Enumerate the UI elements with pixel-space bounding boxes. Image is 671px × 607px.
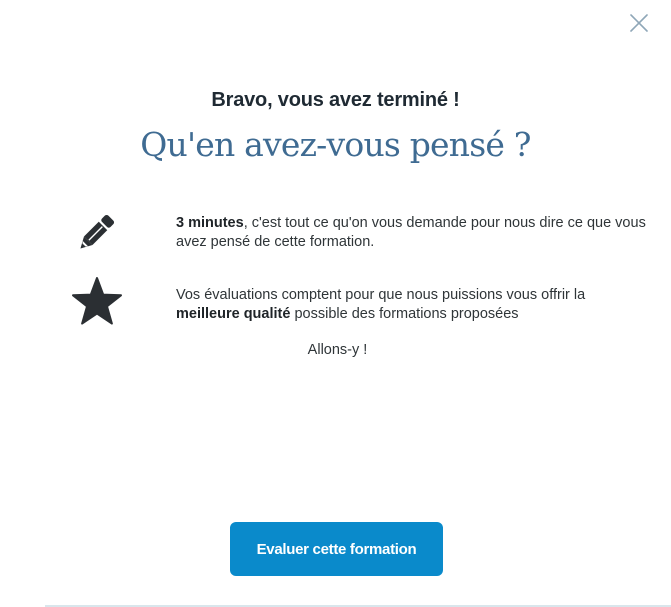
star-icon <box>70 276 124 328</box>
evaluation-modal: Bravo, vous avez terminé ! Qu'en avez-vo… <box>0 0 671 607</box>
feedback-question-title: Qu'en avez-vous pensé ? <box>140 125 531 164</box>
feature-time-text: , c'est tout ce qu'on vous demande pour … <box>176 215 646 250</box>
close-button[interactable] <box>627 11 651 35</box>
feature-text-time: 3 minutes, c'est tout ce qu'on vous dema… <box>176 214 646 252</box>
feature-quality-text-after: possible des formations proposées <box>290 306 519 322</box>
feature-quality-emphasis: meilleure qualité <box>176 306 291 322</box>
close-icon <box>630 14 648 32</box>
evaluate-training-button[interactable]: Evaluer cette formation <box>230 522 443 576</box>
pencil-icon <box>70 207 122 259</box>
feature-quality-text-before: Vos évaluations comptent pour que nous p… <box>176 287 586 303</box>
feature-time-emphasis: 3 minutes <box>176 215 244 231</box>
lets-go-text: Allons-y ! <box>307 342 368 358</box>
feature-text-quality: Vos évaluations comptent pour que nous p… <box>176 286 646 324</box>
completion-headline: Bravo, vous avez terminé ! <box>211 89 460 111</box>
